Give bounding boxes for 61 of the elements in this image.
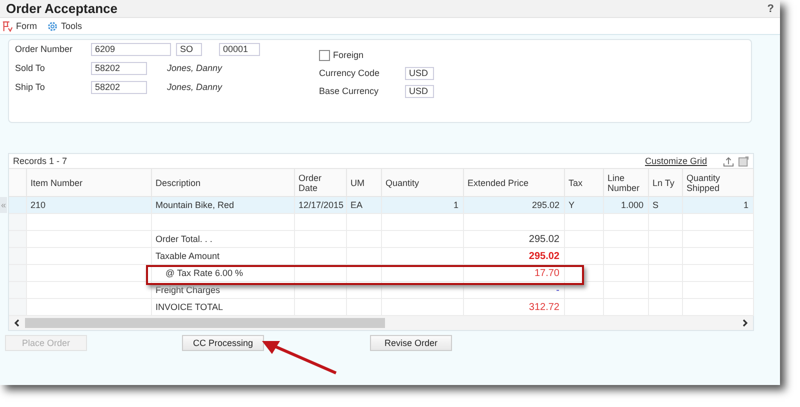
table-cell: Order Total. . .: [151, 230, 294, 248]
table-cell: 1.000: [603, 196, 648, 214]
amount-link[interactable]: -: [556, 284, 560, 296]
amount-text: 312.72: [528, 302, 560, 312]
amount-text: 17.70: [534, 268, 560, 278]
field-label: Base Currency: [319, 86, 380, 96]
column-header[interactable]: Description: [151, 169, 294, 196]
table-cell: S: [648, 196, 682, 214]
table-cell: @ Tax Rate 6.00 %: [151, 264, 294, 282]
field-label: Currency Code: [319, 68, 381, 78]
input-field[interactable]: 6209: [91, 42, 171, 56]
selected-row[interactable]: 210 Mountain Bike, Red 12/17/2015 EA 1 295.02 Y 1.000 S 1: [9, 196, 753, 214]
table-cell: Freight Charges: [151, 282, 294, 298]
action-button[interactable]: CC Processing: [182, 335, 264, 351]
maximize-icon[interactable]: [738, 156, 749, 166]
input-field[interactable]: USD: [405, 84, 434, 98]
table-cell: 295.02: [463, 196, 564, 214]
input-field[interactable]: SO: [176, 42, 202, 56]
table-cell: 1: [381, 196, 463, 214]
scroll-left-button[interactable]: [12, 318, 22, 328]
column-header[interactable]: Extended Price: [463, 169, 564, 196]
input-field[interactable]: 58202: [91, 80, 147, 94]
amount-text: 295.02: [528, 234, 560, 244]
table-cell: 1: [682, 196, 753, 214]
field-label: Ship To: [15, 82, 46, 92]
field-label: Sold To: [15, 63, 46, 73]
table-cell: Y: [564, 196, 603, 214]
table-cell: Taxable Amount: [151, 248, 294, 264]
gear-icon: [47, 20, 58, 32]
toolbar-menu[interactable]: Tools: [47, 20, 82, 32]
input-field[interactable]: 00001: [219, 42, 260, 56]
table-cell: EA: [346, 196, 381, 214]
help-button[interactable]: ?: [767, 2, 774, 14]
column-header[interactable]: Ln Ty: [648, 169, 682, 196]
action-button[interactable]: Revise Order: [370, 335, 452, 351]
column-header[interactable]: Order Date: [294, 169, 346, 196]
input-field[interactable]: 58202: [91, 62, 147, 74]
window-title: Order Acceptance: [6, 1, 118, 16]
table-cell: Mountain Bike, Red: [151, 196, 294, 214]
column-header[interactable]: Quantity: [381, 169, 463, 196]
scrollbar-thumb[interactable]: [25, 318, 385, 328]
export-icon[interactable]: [723, 156, 734, 166]
toolbar-menu[interactable]: Form: [2, 20, 37, 32]
checkbox[interactable]: [319, 50, 330, 60]
amount-text: 295.02: [528, 250, 560, 262]
customer-name: Jones, Danny: [167, 82, 222, 92]
column-header[interactable]: Quantity Shipped: [682, 169, 753, 196]
column-header[interactable]: Line Number: [603, 169, 648, 196]
field-label: Order Number: [15, 44, 74, 54]
column-header[interactable]: Tax: [564, 169, 603, 196]
checkbox-label: Foreign: [333, 50, 364, 60]
scroll-right-button[interactable]: [740, 318, 750, 328]
customize-grid-link[interactable]: Customize Grid: [644, 156, 707, 166]
table-cell: 210: [26, 196, 151, 214]
record-count: Records 1 - 7: [13, 156, 68, 166]
table-cell: 12/17/2015: [294, 196, 346, 214]
column-header[interactable]: Item Number: [26, 169, 151, 196]
customer-name: Jones, Danny: [167, 63, 222, 73]
column-header[interactable]: UM: [346, 169, 381, 196]
input-field[interactable]: USD: [405, 66, 434, 80]
form-icon: [2, 20, 13, 32]
